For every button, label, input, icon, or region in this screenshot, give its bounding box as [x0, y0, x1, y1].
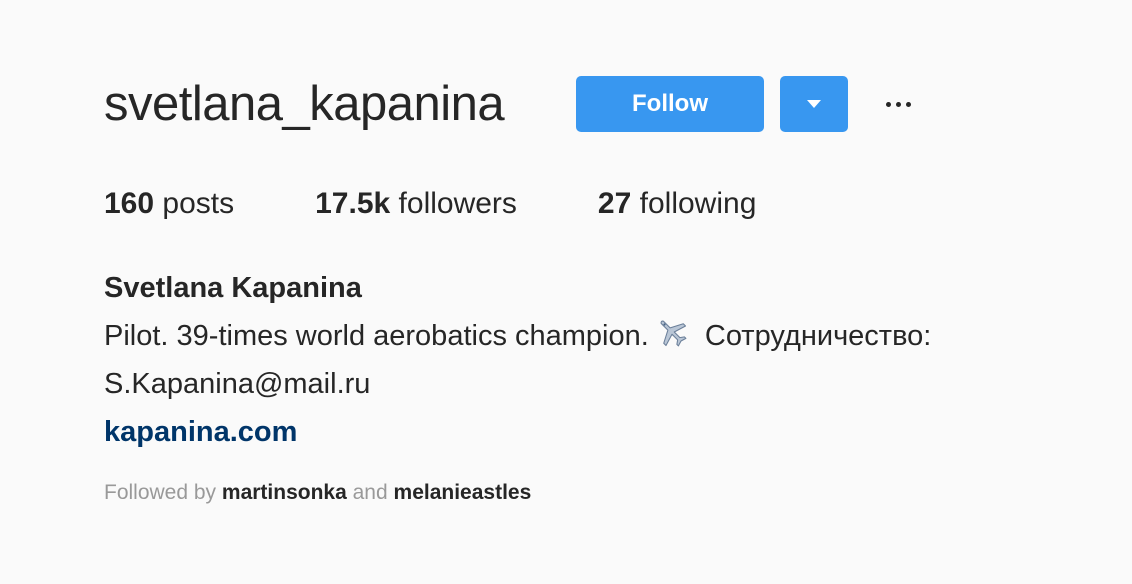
following-label: following: [639, 187, 757, 220]
caret-down-icon: [807, 100, 821, 108]
followed-by-conjunction: and: [352, 481, 388, 504]
username: svetlana_kapanina: [104, 77, 505, 131]
followers-count: 17.5k: [315, 187, 391, 220]
posts-count: 160: [104, 187, 155, 220]
followed-by-prefix: Followed by: [104, 481, 217, 504]
followed-by-user-2[interactable]: melanieastles: [394, 481, 532, 504]
followed-by: Followed by martinsonka and melanieastle…: [104, 478, 531, 508]
following-count: 27: [597, 187, 632, 220]
more-options-button[interactable]: [878, 86, 918, 122]
airplane-icon: [660, 320, 687, 347]
profile-header: svetlana_kapanina: [104, 76, 505, 132]
bio-line-1: Pilot. 39-times world aerobatics champio…: [104, 320, 649, 352]
profile-stats: 160 posts 17.5k followers 27 following: [104, 184, 756, 224]
suggested-dropdown-button[interactable]: [780, 76, 848, 132]
profile-bio: Svetlana Kapanina Pilot. 39-times world …: [104, 264, 1064, 456]
more-options-icon: [883, 101, 913, 107]
full-name: Svetlana Kapanina: [104, 272, 362, 304]
following-stat[interactable]: 27 following: [598, 184, 756, 224]
bio-text: Pilot. 39-times world aerobatics champio…: [104, 312, 1064, 408]
website-link[interactable]: kapanina.com: [104, 408, 1064, 456]
posts-stat: 160 posts: [104, 184, 234, 224]
follow-button[interactable]: Follow: [576, 76, 764, 132]
bio-email: S.Kapanina@mail.ru: [104, 368, 371, 400]
followed-by-user-1[interactable]: martinsonka: [222, 481, 347, 504]
followers-stat[interactable]: 17.5k followers: [315, 184, 517, 224]
followers-label: followers: [398, 187, 517, 220]
bio-line-2: Сотрудничество:: [704, 320, 932, 352]
posts-label: posts: [162, 187, 235, 220]
